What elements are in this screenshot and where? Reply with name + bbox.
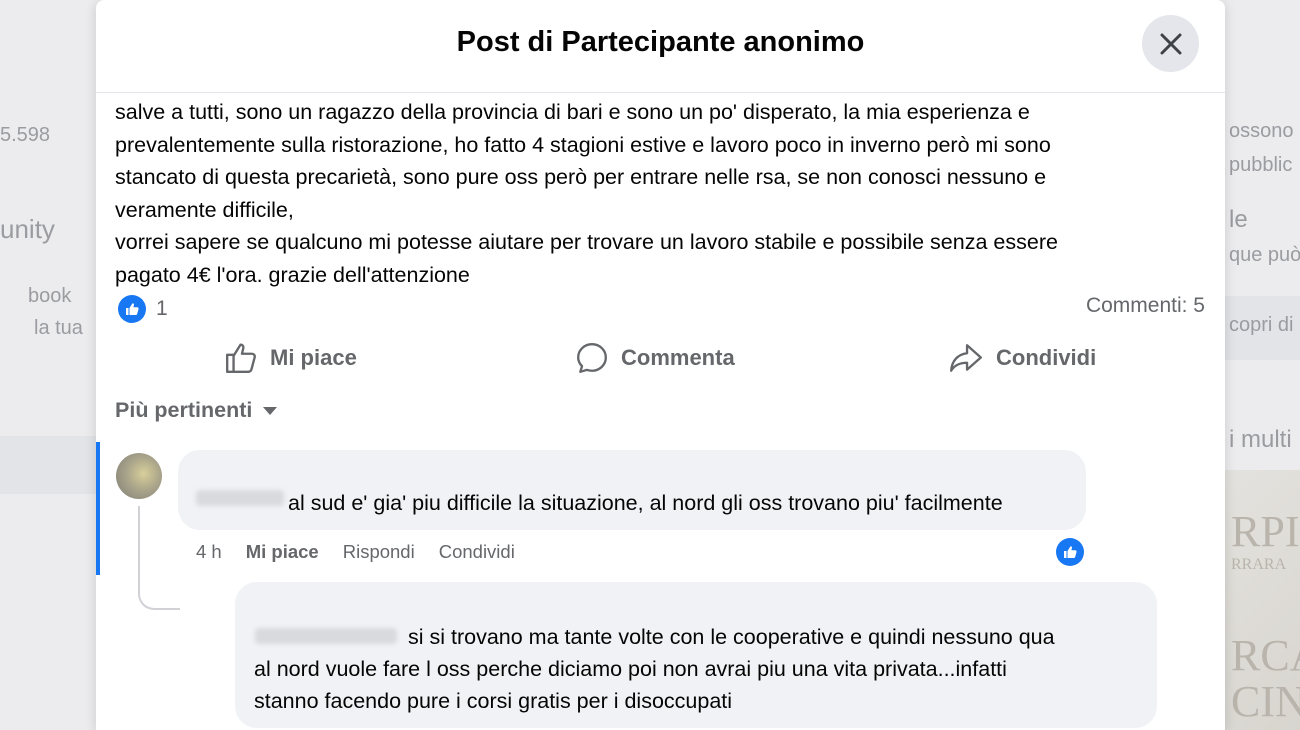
comment-icon <box>577 343 607 373</box>
comment-like-link[interactable]: Mi piace <box>246 541 319 563</box>
caret-down-icon <box>263 406 278 415</box>
background-text: 5.598 <box>0 124 51 146</box>
post-text-line: vorrei sapere se qualcuno mi potesse aiu… <box>115 230 1058 254</box>
comment-reply-link[interactable]: Rispondi <box>343 541 415 563</box>
reply-text-line: al nord vuole fare l oss perche diciamo … <box>254 657 1007 681</box>
comment-button[interactable]: Commenta <box>575 336 735 380</box>
background-highlight <box>0 436 96 494</box>
background-image: RPIS RRARA RCA CIN <box>1225 470 1300 730</box>
comment-text: al sud e' gia' piu difficile la situazio… <box>288 491 1003 515</box>
post-actions: Mi piace Commenta Condividi <box>96 336 1225 380</box>
avatar[interactable] <box>116 453 162 499</box>
post-text-line: prevalentemente sulla ristorazione, ho f… <box>115 132 1051 157</box>
comment-sort-dropdown[interactable]: Più pertinenti <box>115 398 278 423</box>
background-image-text: RCA <box>1231 631 1300 680</box>
post-text-line: veramente difficile, <box>115 197 294 222</box>
background-text: i multi <box>1229 426 1292 453</box>
like-button[interactable]: Mi piace <box>224 336 357 380</box>
comment-timestamp[interactable]: 4 h <box>196 541 222 563</box>
post-dialog: Post di Partecipante anonimo salve a tut… <box>96 0 1225 730</box>
reply-text-line: stanno facendo pure i corsi gratis per i… <box>254 689 733 713</box>
post-text-line: pagato 4€ l'ora. grazie dell'attenzione <box>115 262 470 287</box>
like-button-label: Mi piace <box>270 345 357 370</box>
reply-thread-line <box>138 506 180 610</box>
like-reaction-icon <box>118 295 146 323</box>
comment-like-reaction-icon[interactable] <box>1056 538 1084 566</box>
blurred-author-name <box>255 628 397 644</box>
share-button[interactable]: Condividi <box>948 336 1096 380</box>
share-button-label: Condividi <box>996 345 1097 370</box>
comment-button-label: Commenta <box>621 345 735 370</box>
background-text: unity <box>0 214 55 244</box>
background-image-text: RPIS <box>1231 507 1300 556</box>
post-text-line: salve a tutti, sono un ragazzo della pro… <box>115 100 1030 124</box>
reply-bubble: si si trovano ma tante volte con le coop… <box>235 582 1157 728</box>
background-text: copri di <box>1229 314 1294 336</box>
reactions-summary[interactable]: 1 <box>118 294 168 324</box>
background-text: pubblic <box>1229 154 1293 176</box>
background-text: la tua <box>34 317 83 339</box>
comment-meta: 4 h Mi piace Rispondi Condividi <box>196 541 515 563</box>
dialog-title: Post di Partecipante anonimo <box>456 26 865 58</box>
background-right-column: ossono pubblic le que può copri di i mul… <box>1225 34 1300 730</box>
background-left-column: 5.598 unity book la tua <box>0 34 96 730</box>
share-icon <box>950 344 982 372</box>
comment-bubble: al sud e' gia' piu difficile la situazio… <box>178 450 1086 530</box>
background-text: le <box>1229 206 1248 233</box>
close-button[interactable] <box>1142 15 1199 72</box>
blurred-author-name <box>196 490 284 506</box>
post-text-line: stancato di questa precarietà, sono pure… <box>115 165 1047 189</box>
dialog-header: Post di Partecipante anonimo <box>96 0 1225 93</box>
close-icon <box>1160 33 1181 54</box>
background-image-text: RRARA <box>1231 556 1287 573</box>
reply-text-line: si si trovano ma tante volte con le coop… <box>408 625 1055 649</box>
comment-highlight-bar <box>96 442 100 575</box>
background-text: book <box>28 285 72 307</box>
comments-count[interactable]: Commenti: 5 <box>1086 294 1205 318</box>
background-text: ossono <box>1229 120 1294 142</box>
post-text: salve a tutti, sono un ragazzo della pro… <box>115 96 1195 291</box>
thumbs-up-icon <box>226 343 256 373</box>
reaction-count: 1 <box>156 297 168 320</box>
background-text: que può <box>1229 244 1300 266</box>
comment-share-link[interactable]: Condividi <box>439 541 515 563</box>
background-image-text: CIN <box>1231 677 1300 726</box>
sort-label: Più pertinenti <box>115 398 253 422</box>
